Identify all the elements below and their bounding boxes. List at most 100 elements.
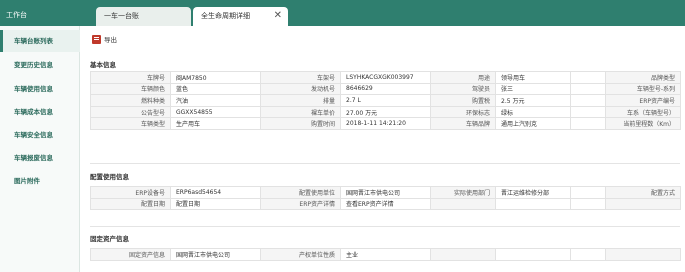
field-value: 蓝色 [170, 82, 261, 96]
sidebar-item-label: 变更历史信息 [14, 61, 53, 69]
sidebar: 车辆台账列表 变更历史信息 车辆使用信息 车辆成本信息 车辆安全信息 车辆报废信… [0, 26, 80, 272]
field-value [570, 82, 606, 96]
tab-lifecycle-detail[interactable]: 全生命周期详细 ✕ [193, 7, 288, 26]
sidebar-item-scrap[interactable]: 车辆报废信息 [0, 147, 80, 169]
section-title-fixed-assets: 固定资产信息 [90, 235, 129, 243]
basic-info-table: 车牌号 闽AM7850 车架号 LSYHKACGXGK003997 用途 领导用车 品牌类型… [90, 71, 681, 130]
field-label: 车辆颜色 [90, 82, 171, 96]
tab-label: 一车一台账 [104, 12, 139, 20]
field-value: 领导用车 [495, 71, 571, 84]
field-value [570, 105, 606, 119]
table-row: 车牌号 闽AM7850 车架号 LSYHKACGXGK003997 用途 领导用车 品牌类型 [90, 71, 681, 84]
field-value: 国网晋江市供电公司 [340, 186, 431, 199]
field-value: 8646629 [340, 82, 431, 96]
field-value: 闽AM7850 [170, 71, 261, 84]
field-label: 车牌号 [90, 71, 171, 84]
field-label: 实际使用部门 [430, 186, 496, 199]
section-divider [90, 226, 680, 227]
field-label: 配置日期 [90, 197, 171, 211]
field-label: 配置使用单位 [260, 186, 341, 199]
field-value: 配置日期 [170, 197, 261, 211]
field-label [430, 248, 496, 261]
sidebar-item-safety[interactable]: 车辆安全信息 [0, 124, 80, 146]
field-value: 晋江运维检修分部 [495, 186, 571, 199]
field-label: 购置时间 [260, 117, 341, 130]
field-label: 环保标志 [430, 105, 496, 119]
field-value [570, 71, 606, 84]
section-title-config: 配置使用信息 [90, 173, 129, 181]
field-value [570, 248, 606, 261]
sidebar-item-attachments[interactable]: 图片附件 [0, 170, 80, 192]
field-value: 2.5 万元 [495, 94, 571, 107]
table-row: 固定资产信息 国网晋江市供电公司 产权单位性质 主业 [90, 248, 681, 261]
field-label [605, 197, 681, 211]
sidebar-item-change-history[interactable]: 变更历史信息 [0, 54, 80, 76]
field-label: 车架号 [260, 71, 341, 84]
sidebar-item-cost[interactable]: 车辆成本信息 [0, 101, 80, 123]
field-label: 发动机号 [260, 82, 341, 96]
field-label: 用途 [430, 71, 496, 84]
field-value [570, 94, 606, 107]
sidebar-item-label: 车辆台账列表 [14, 37, 53, 45]
table-row: ERP设备号 ERP6asd54654 配置使用单位 国网晋江市供电公司 实际使用部门晋… [90, 186, 681, 199]
table-row: 公告型号 GGXX54855 裸车单价 27.00 万元 环保标志 绿标 车系（车辆型号） [90, 105, 681, 119]
field-label [605, 248, 681, 261]
field-value: 2018-1-11 14:21:20 [340, 117, 431, 130]
field-value [570, 117, 606, 130]
table-row: 燃料种类 汽油 排量 2.7 L 购置税 2.5 万元 ERP资产编号 [90, 94, 681, 107]
field-value: 查看ERP资产详情 [340, 197, 431, 211]
field-value: LSYHKACGXGK003997 [340, 71, 431, 84]
field-label: 固定资产信息 [90, 248, 171, 261]
top-bar: 工作台 一车一台账 全生命周期详细 ✕ [0, 0, 685, 26]
field-label: 车辆型号-系列 [605, 82, 681, 96]
field-label [430, 197, 496, 211]
field-label: ERP资产编号 [605, 94, 681, 107]
field-label: 购置税 [430, 94, 496, 107]
field-value: 通用上汽别克 [495, 117, 571, 130]
field-value: 张三 [495, 82, 571, 96]
field-label: ERP设备号 [90, 186, 171, 199]
export-button[interactable]: 导出 [92, 34, 117, 44]
table-row: 车辆类型 生产用车 购置时间 2018-1-11 14:21:20 车辆品牌 通用上汽别克… [90, 117, 681, 130]
field-label: 配置方式 [605, 186, 681, 199]
field-label: 车辆品牌 [430, 117, 496, 130]
field-label: 裸车单价 [260, 105, 341, 119]
section-title-basic: 基本信息 [90, 61, 116, 69]
field-label: 公告型号 [90, 105, 171, 119]
field-value [570, 197, 606, 211]
field-value: GGXX54855 [170, 105, 261, 119]
table-row: 配置日期 配置日期 ERP资产详情 查看ERP资产详情 [90, 197, 681, 211]
sidebar-item-label: 车辆报废信息 [14, 154, 53, 162]
close-icon[interactable]: ✕ [274, 7, 282, 25]
field-label: 产权单位性质 [260, 248, 341, 261]
field-value: 汽油 [170, 94, 261, 107]
sidebar-item-label: 车辆使用信息 [14, 85, 53, 93]
field-value: 2.7 L [340, 94, 431, 107]
field-value: 27.00 万元 [340, 105, 431, 119]
sidebar-item-usage[interactable]: 车辆使用信息 [0, 78, 80, 100]
field-label: 车辆类型 [90, 117, 171, 130]
field-value: 绿标 [495, 105, 571, 119]
export-label: 导出 [104, 36, 117, 44]
field-value: ERP6asd54654 [170, 186, 261, 199]
field-value: 主业 [340, 248, 431, 261]
config-info-table: ERP设备号 ERP6asd54654 配置使用单位 国网晋江市供电公司 实际使用部门晋… [90, 186, 681, 211]
table-row: 车辆颜色 蓝色 发动机号 8646629 驾驶员 张三 车辆型号-系列 [90, 82, 681, 96]
sidebar-item-label: 车辆安全信息 [14, 131, 53, 139]
sidebar-item-vehicle-list[interactable]: 车辆台账列表 [0, 30, 80, 52]
field-value [570, 186, 606, 199]
field-value [495, 248, 571, 261]
tab-label: 全生命周期详细 [201, 12, 250, 20]
field-value: 生产用车 [170, 117, 261, 130]
workbench-label[interactable]: 工作台 [6, 10, 27, 20]
export-icon [92, 35, 101, 44]
field-value: 国网晋江市供电公司 [170, 248, 261, 261]
field-label: 排量 [260, 94, 341, 107]
field-label: 燃料种类 [90, 94, 171, 107]
main-content: 导出 基本信息 车牌号 闽AM7850 车架号 LSYHKACGXGK003997 用途… [82, 26, 685, 272]
field-label: ERP资产详情 [260, 197, 341, 211]
field-label: 车系（车辆型号） [605, 105, 681, 119]
field-value [495, 197, 571, 211]
section-divider [90, 163, 680, 164]
tab-vehicle-ledger[interactable]: 一车一台账 [96, 7, 191, 26]
